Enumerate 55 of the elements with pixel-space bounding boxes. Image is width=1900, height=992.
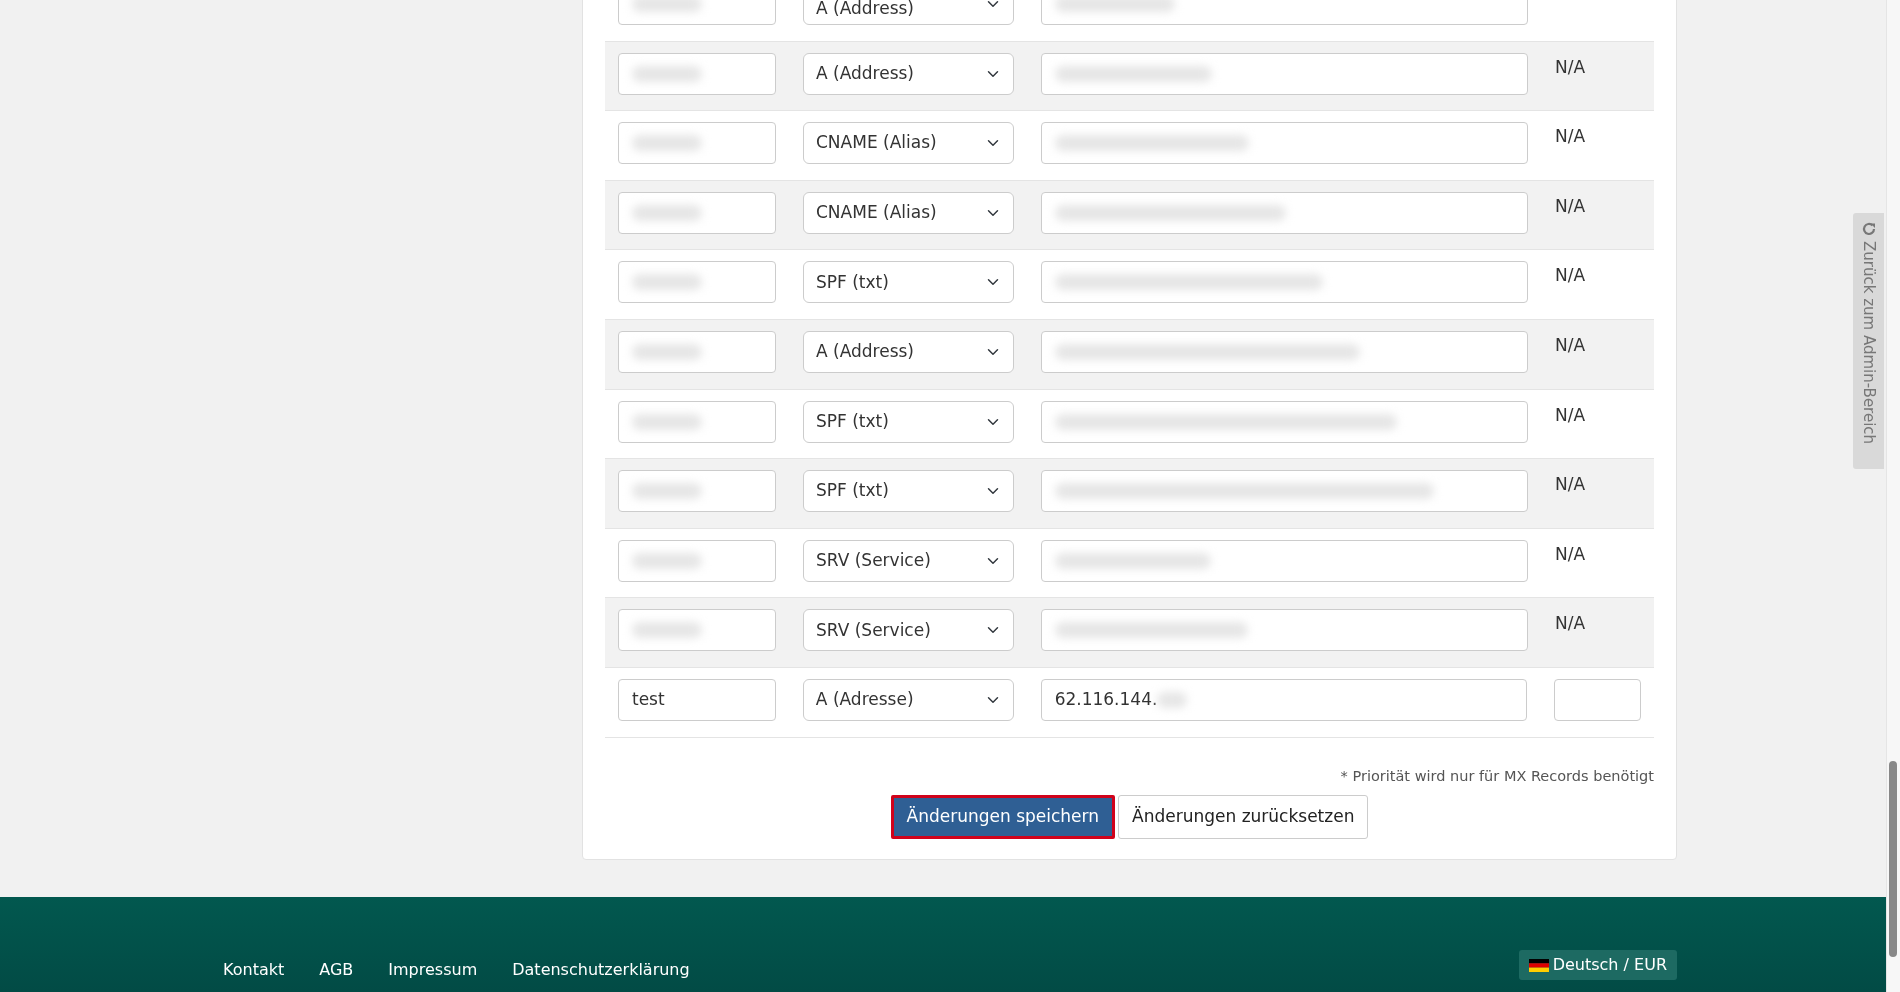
name-field[interactable] xyxy=(618,52,776,95)
priority-text: N/A xyxy=(1555,403,1586,427)
admin-tab-label: Zurück zum Admin-Bereich xyxy=(1858,241,1879,445)
scrollbar-thumb[interactable] xyxy=(1889,761,1897,957)
language-button[interactable]: Deutsch / EUR xyxy=(1518,950,1677,980)
priority-text: N/A xyxy=(1555,125,1586,149)
value-field[interactable] xyxy=(1041,539,1528,582)
value-field[interactable] xyxy=(1041,191,1528,234)
reset-button[interactable]: Änderungen zurücksetzen xyxy=(1118,795,1369,839)
footnote: * Priorität wird nur für MX Records benötigt xyxy=(1339,766,1654,786)
priority-text: N/A xyxy=(1555,333,1586,357)
value-field[interactable] xyxy=(1041,470,1528,513)
type-select[interactable]: SRV (Service) xyxy=(803,539,1014,582)
name-field[interactable] xyxy=(618,191,776,234)
value-field[interactable] xyxy=(1041,400,1528,443)
priority-text: N/A xyxy=(1555,612,1586,636)
type-select[interactable]: A (Address) xyxy=(803,330,1014,373)
priority-text: N/A xyxy=(1555,194,1586,218)
priority-text: N/A xyxy=(1555,55,1586,79)
footer-link[interactable]: Datenschutzerklärung xyxy=(512,958,690,990)
value-field[interactable]: 62.116.144. xyxy=(1040,678,1528,721)
priority-field[interactable] xyxy=(1554,678,1641,721)
value-field[interactable] xyxy=(1041,122,1528,165)
type-select[interactable]: CNAME (Alias) xyxy=(803,191,1014,234)
save-button[interactable]: Änderungen speichern xyxy=(890,795,1116,839)
priority-text: N/A xyxy=(1555,542,1586,566)
name-field[interactable]: test xyxy=(618,678,776,721)
type-select[interactable]: SPF (txt) xyxy=(803,470,1014,513)
type-select[interactable]: SPF (txt) xyxy=(803,261,1014,304)
name-field[interactable] xyxy=(618,470,776,513)
name-field[interactable] xyxy=(618,609,776,652)
priority-text: N/A xyxy=(1555,473,1586,497)
value-field[interactable] xyxy=(1041,261,1528,304)
value-field[interactable] xyxy=(1041,330,1528,373)
type-select[interactable]: SRV (Service) xyxy=(803,609,1014,652)
field-text: 62.116.144. xyxy=(1054,688,1158,712)
type-select[interactable]: A (Address) xyxy=(803,0,1014,25)
priority-text: N/A xyxy=(1555,264,1586,288)
name-field[interactable] xyxy=(618,330,776,373)
footer-link[interactable]: AGB xyxy=(319,958,354,990)
type-select[interactable]: A (Adresse) xyxy=(802,678,1014,721)
type-select[interactable]: A (Address) xyxy=(803,52,1014,95)
type-select[interactable]: CNAME (Alias) xyxy=(803,122,1014,165)
value-field[interactable] xyxy=(1041,52,1528,95)
field-text: test xyxy=(632,688,665,712)
name-field[interactable] xyxy=(618,400,776,443)
type-select[interactable]: SPF (txt) xyxy=(803,400,1014,443)
refresh-icon xyxy=(1860,221,1877,237)
name-field[interactable] xyxy=(618,261,776,304)
footer-link[interactable]: Impressum xyxy=(388,958,478,990)
footer-link[interactable]: Kontakt xyxy=(223,958,285,990)
value-field[interactable] xyxy=(1041,609,1528,652)
name-field[interactable] xyxy=(618,122,776,165)
flag-icon xyxy=(1528,958,1549,972)
name-field[interactable] xyxy=(618,539,776,582)
